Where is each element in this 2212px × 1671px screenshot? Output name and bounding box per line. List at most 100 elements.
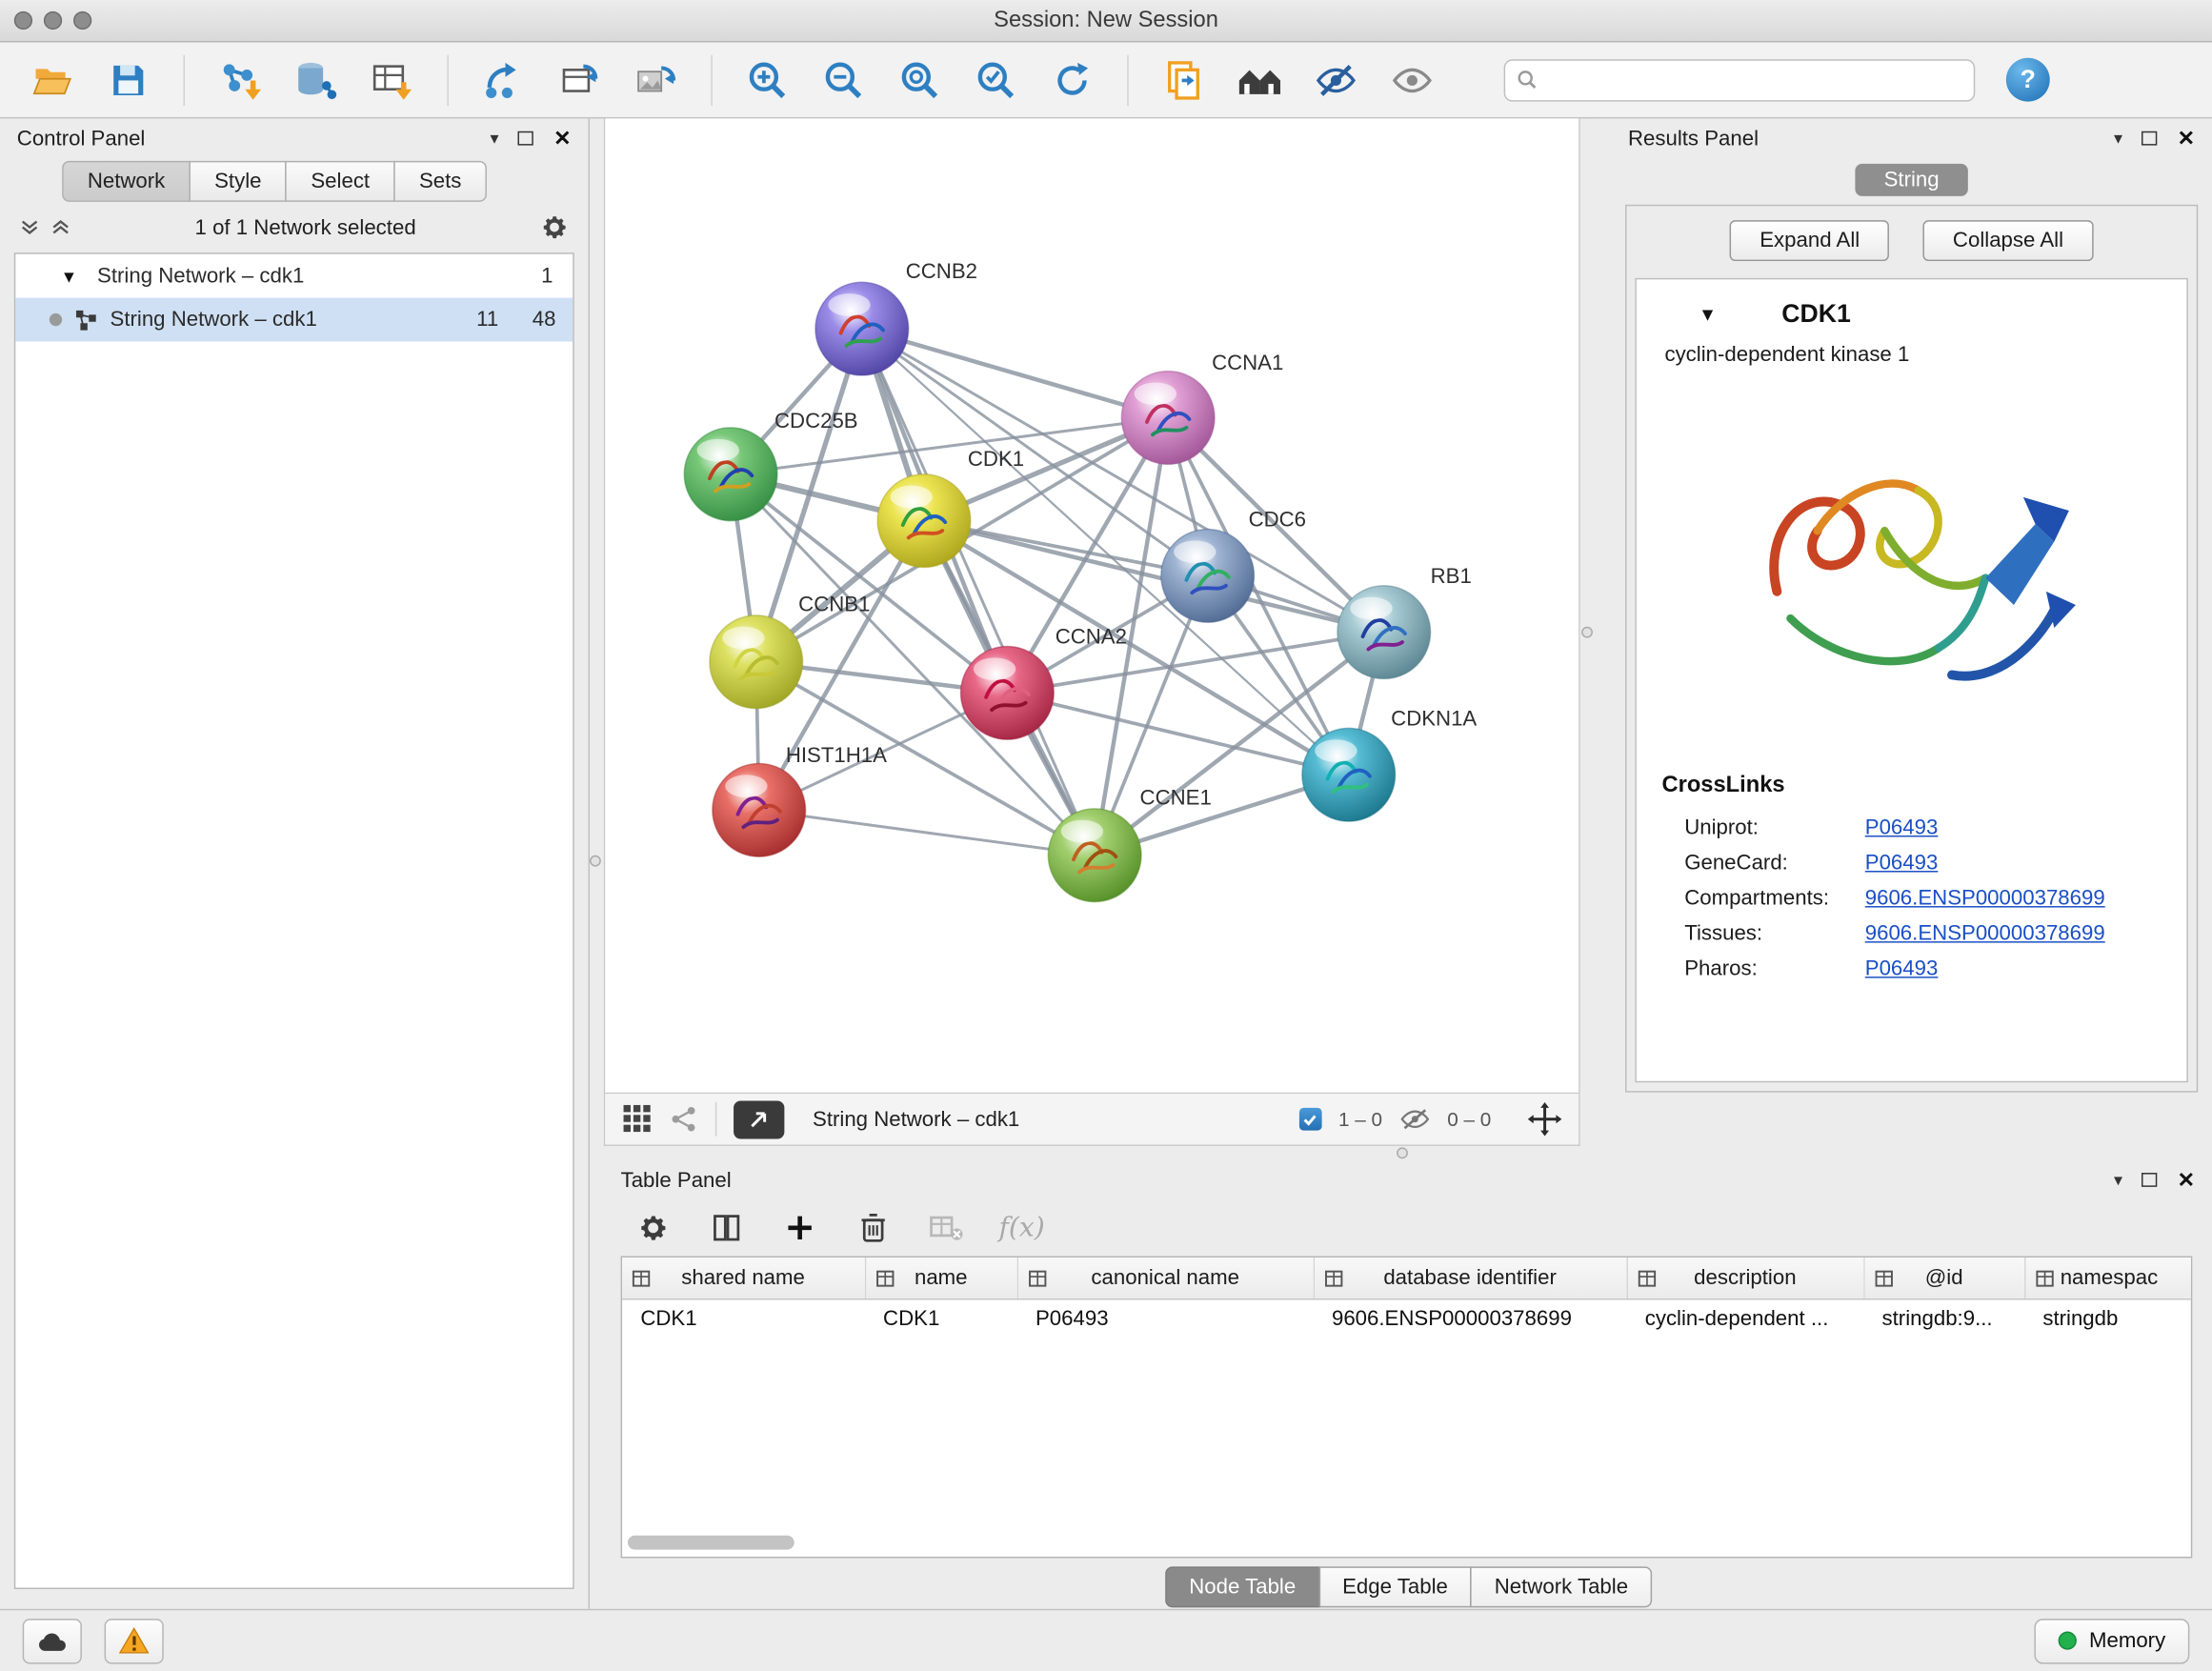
netbar-separator bbox=[715, 1102, 716, 1137]
function-builder-icon: f(x) bbox=[998, 1213, 1044, 1244]
memory-button[interactable]: Memory bbox=[2034, 1618, 2189, 1662]
export-image-icon[interactable] bbox=[624, 50, 689, 110]
network-row-selected[interactable]: String Network – cdk1 11 48 bbox=[15, 298, 573, 342]
search-input[interactable] bbox=[1546, 69, 1962, 91]
hidden-eye-slash-icon[interactable] bbox=[1399, 1106, 1431, 1132]
show-columns-icon[interactable] bbox=[705, 1207, 747, 1249]
string-tab-badge[interactable]: String bbox=[1856, 164, 1967, 196]
hide-selected-eye-slash-icon[interactable] bbox=[1303, 50, 1368, 110]
network-node-hist1h1a[interactable]: HIST1H1A bbox=[713, 743, 887, 856]
column-header[interactable]: @id bbox=[1863, 1258, 2024, 1299]
save-session-icon[interactable] bbox=[96, 50, 161, 110]
cloud-icon bbox=[37, 1629, 69, 1652]
grid-mode-icon[interactable] bbox=[622, 1103, 654, 1135]
expand-all-button[interactable]: Expand All bbox=[1730, 220, 1889, 261]
genecard-link[interactable]: P06493 bbox=[1865, 851, 1939, 875]
tab-edge-table[interactable]: Edge Table bbox=[1318, 1566, 1472, 1607]
selected-checkbox-icon[interactable] bbox=[1298, 1108, 1321, 1131]
tab-select[interactable]: Select bbox=[286, 161, 395, 202]
show-all-eye-icon[interactable] bbox=[1379, 50, 1444, 110]
zoom-fit-icon[interactable] bbox=[887, 50, 952, 110]
expand-all-icon[interactable] bbox=[50, 217, 70, 237]
network-node-rb1[interactable]: RB1 bbox=[1337, 564, 1472, 679]
panel-menu-icon[interactable]: ▾ bbox=[490, 130, 498, 147]
toolbar-search-field[interactable] bbox=[1504, 58, 1976, 100]
refresh-icon[interactable] bbox=[1039, 50, 1104, 110]
network-node-cdc6[interactable]: CDC6 bbox=[1161, 508, 1306, 623]
zoom-window-button[interactable] bbox=[73, 11, 91, 30]
network-node-ccna1[interactable]: CCNA1 bbox=[1121, 351, 1283, 464]
uniprot-link[interactable]: P06493 bbox=[1865, 815, 1939, 839]
network-edge[interactable] bbox=[862, 329, 1168, 417]
tab-sets[interactable]: Sets bbox=[393, 161, 487, 202]
column-header[interactable]: database identifier bbox=[1314, 1258, 1627, 1299]
column-header[interactable]: description bbox=[1626, 1258, 1863, 1299]
tab-style[interactable]: Style bbox=[189, 161, 287, 202]
panel-close-icon[interactable]: ✕ bbox=[2178, 1169, 2196, 1190]
canvas-results-splitter[interactable] bbox=[1580, 118, 1595, 1145]
memory-status-icon bbox=[2058, 1631, 2076, 1649]
share-view-icon[interactable] bbox=[670, 1105, 698, 1134]
network-node-cdk1[interactable]: CDK1 bbox=[877, 447, 1024, 568]
tab-node-table[interactable]: Node Table bbox=[1165, 1566, 1319, 1607]
column-header[interactable]: namespac bbox=[2024, 1258, 2192, 1299]
overview-home-icon[interactable] bbox=[1227, 50, 1292, 110]
tab-network[interactable]: Network bbox=[62, 161, 191, 202]
panel-float-icon[interactable] bbox=[518, 131, 533, 146]
network-edge[interactable] bbox=[759, 810, 1095, 855]
delete-column-trash-icon[interactable] bbox=[852, 1207, 894, 1249]
duplicate-page-icon[interactable] bbox=[1151, 50, 1216, 110]
export-table-icon[interactable] bbox=[548, 50, 613, 110]
table-row[interactable]: CDK1 CDK1 P06493 9606.ENSP00000378699 cy… bbox=[622, 1299, 2192, 1339]
import-table-file-icon[interactable] bbox=[360, 50, 425, 110]
network-collection-count: 1 bbox=[541, 264, 553, 288]
open-session-icon[interactable] bbox=[20, 50, 85, 110]
gear-icon[interactable] bbox=[540, 213, 569, 242]
close-window-button[interactable] bbox=[14, 11, 32, 30]
zoom-in-icon[interactable] bbox=[735, 50, 800, 110]
network-node-cdkn1a[interactable]: CDKN1A bbox=[1302, 706, 1478, 821]
panel-float-icon[interactable] bbox=[2142, 131, 2158, 146]
collapse-all-icon[interactable] bbox=[20, 217, 40, 237]
protein-collapse-icon[interactable]: ▼ bbox=[1699, 304, 1717, 325]
column-header[interactable]: name bbox=[865, 1258, 1017, 1299]
table-settings-gear-icon[interactable] bbox=[632, 1207, 674, 1249]
column-header[interactable]: shared name bbox=[622, 1258, 865, 1299]
network-edge[interactable] bbox=[862, 329, 1095, 856]
node-label: CCNB1 bbox=[798, 592, 870, 615]
help-button[interactable]: ? bbox=[2006, 58, 2050, 102]
scrollbar-thumb[interactable] bbox=[628, 1536, 794, 1550]
network-graph[interactable]: CCNB2CCNA1CDC25BCDK1CDC6RB1CCNB1CCNA2CDK… bbox=[605, 118, 1579, 1092]
zoom-selected-icon[interactable] bbox=[963, 50, 1028, 110]
import-network-database-icon[interactable] bbox=[284, 50, 349, 110]
tree-collapse-icon[interactable]: ▼ bbox=[61, 266, 78, 286]
birdseye-view-button[interactable] bbox=[734, 1100, 784, 1138]
tab-network-table[interactable]: Network Table bbox=[1471, 1566, 1653, 1607]
panel-menu-icon[interactable]: ▾ bbox=[2114, 1172, 2122, 1189]
compartments-link[interactable]: 9606.ENSP00000378699 bbox=[1865, 886, 2105, 910]
pan-crosshair-icon[interactable] bbox=[1528, 1102, 1562, 1137]
import-network-file-icon[interactable] bbox=[208, 50, 272, 110]
panel-float-icon[interactable] bbox=[2142, 1173, 2158, 1187]
zoom-out-icon[interactable] bbox=[812, 50, 876, 110]
panel-splitter-vertical[interactable] bbox=[590, 118, 604, 1608]
network-node-ccnb2[interactable]: CCNB2 bbox=[815, 259, 977, 375]
add-column-plus-icon[interactable] bbox=[778, 1207, 820, 1249]
cloud-button[interactable] bbox=[23, 1618, 82, 1662]
panel-menu-icon[interactable]: ▾ bbox=[2114, 130, 2122, 147]
network-node-ccnb1[interactable]: CCNB1 bbox=[710, 592, 871, 708]
minimize-window-button[interactable] bbox=[44, 11, 62, 30]
panel-close-icon[interactable]: ✕ bbox=[2178, 128, 2196, 149]
collapse-all-button[interactable]: Collapse All bbox=[1923, 220, 2093, 261]
network-collection-row[interactable]: ▼ String Network – cdk1 1 bbox=[15, 254, 573, 298]
horizontal-scrollbar[interactable] bbox=[628, 1536, 2185, 1551]
network-collection-label: String Network – cdk1 bbox=[97, 264, 304, 288]
tissues-link[interactable]: 9606.ENSP00000378699 bbox=[1865, 921, 2105, 945]
table-panel-splitter[interactable] bbox=[604, 1146, 2212, 1160]
pharos-link[interactable]: P06493 bbox=[1865, 956, 1939, 980]
panel-close-icon[interactable]: ✕ bbox=[553, 128, 572, 149]
network-canvas[interactable]: CCNB2CCNA1CDC25BCDK1CDC6RB1CCNB1CCNA2CDK… bbox=[605, 118, 1579, 1092]
network-from-selection-icon[interactable] bbox=[472, 50, 536, 110]
warnings-button[interactable] bbox=[105, 1618, 164, 1662]
column-header[interactable]: canonical name bbox=[1017, 1258, 1314, 1299]
